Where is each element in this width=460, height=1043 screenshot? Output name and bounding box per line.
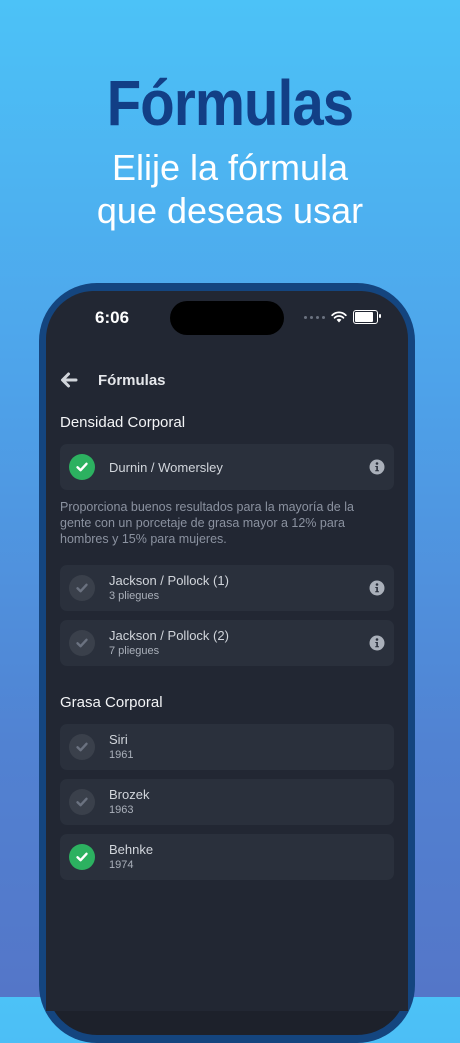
option-title: Brozek bbox=[109, 787, 150, 802]
option-title: Jackson / Pollock (1) bbox=[109, 573, 229, 588]
option-title: Durnin / Womersley bbox=[109, 459, 223, 475]
formula-option-jackson-pollock-1[interactable]: Jackson / Pollock (1) 3 pliegues bbox=[60, 565, 394, 611]
check-icon bbox=[69, 630, 95, 656]
info-icon[interactable] bbox=[369, 580, 385, 596]
section-title-fat: Grasa Corporal bbox=[60, 694, 163, 711]
dynamic-island bbox=[170, 301, 284, 335]
hero-subtitle-line1: Elije la fórmula bbox=[111, 147, 349, 188]
nav-title: Fórmulas bbox=[98, 371, 166, 389]
check-icon bbox=[69, 575, 95, 601]
info-icon[interactable] bbox=[369, 459, 385, 475]
option-title: Behnke bbox=[109, 842, 154, 857]
hero-title: Fórmulas bbox=[106, 67, 354, 139]
section-title-density: Densidad Corporal bbox=[60, 414, 186, 431]
option-text: Brozek 1963 bbox=[109, 787, 394, 817]
signal-dots-icon bbox=[304, 315, 325, 319]
battery-icon bbox=[353, 310, 381, 324]
info-icon[interactable] bbox=[369, 635, 385, 651]
option-text: Jackson / Pollock (1) 3 pliegues bbox=[109, 573, 369, 603]
formula-option-behnke[interactable]: Behnke 1974 bbox=[60, 834, 394, 880]
option-subtitle: 1974 bbox=[109, 859, 134, 871]
option-title: Siri bbox=[109, 732, 128, 747]
option-subtitle: 7 pliegues bbox=[109, 645, 160, 657]
check-icon bbox=[69, 734, 95, 760]
arrow-left-icon[interactable] bbox=[60, 371, 78, 389]
formula-option-durnin[interactable]: Durnin / Womersley bbox=[60, 444, 394, 490]
option-title: Jackson / Pollock (2) bbox=[109, 628, 229, 643]
hero-subtitle-line2: que deseas usar bbox=[96, 190, 364, 231]
option-text: Behnke 1974 bbox=[109, 842, 394, 872]
option-text: Jackson / Pollock (2) 7 pliegues bbox=[109, 628, 369, 658]
option-text: Siri 1961 bbox=[109, 732, 394, 762]
check-icon bbox=[69, 789, 95, 815]
check-icon bbox=[69, 844, 95, 870]
wifi-icon bbox=[331, 311, 347, 323]
formula-description: Proporciona buenos resultados para la ma… bbox=[60, 500, 354, 546]
status-icons bbox=[304, 310, 381, 324]
hero-subtitle: Elije la fórmula que deseas usar bbox=[0, 146, 460, 232]
formula-option-siri[interactable]: Siri 1961 bbox=[60, 724, 394, 770]
check-icon bbox=[69, 454, 95, 480]
status-time: 6:06 bbox=[95, 308, 130, 327]
option-subtitle: 3 pliegues bbox=[109, 590, 160, 602]
formula-option-brozek[interactable]: Brozek 1963 bbox=[60, 779, 394, 825]
phone-screen: 6:06 Fórmulas Densidad Corporal Durnin /… bbox=[46, 291, 408, 1011]
nav-bar: Fórmulas bbox=[60, 371, 166, 389]
option-subtitle: 1961 bbox=[109, 749, 134, 761]
option-text: Durnin / Womersley bbox=[109, 460, 369, 475]
formula-option-jackson-pollock-2[interactable]: Jackson / Pollock (2) 7 pliegues bbox=[60, 620, 394, 666]
option-subtitle: 1963 bbox=[109, 804, 134, 816]
